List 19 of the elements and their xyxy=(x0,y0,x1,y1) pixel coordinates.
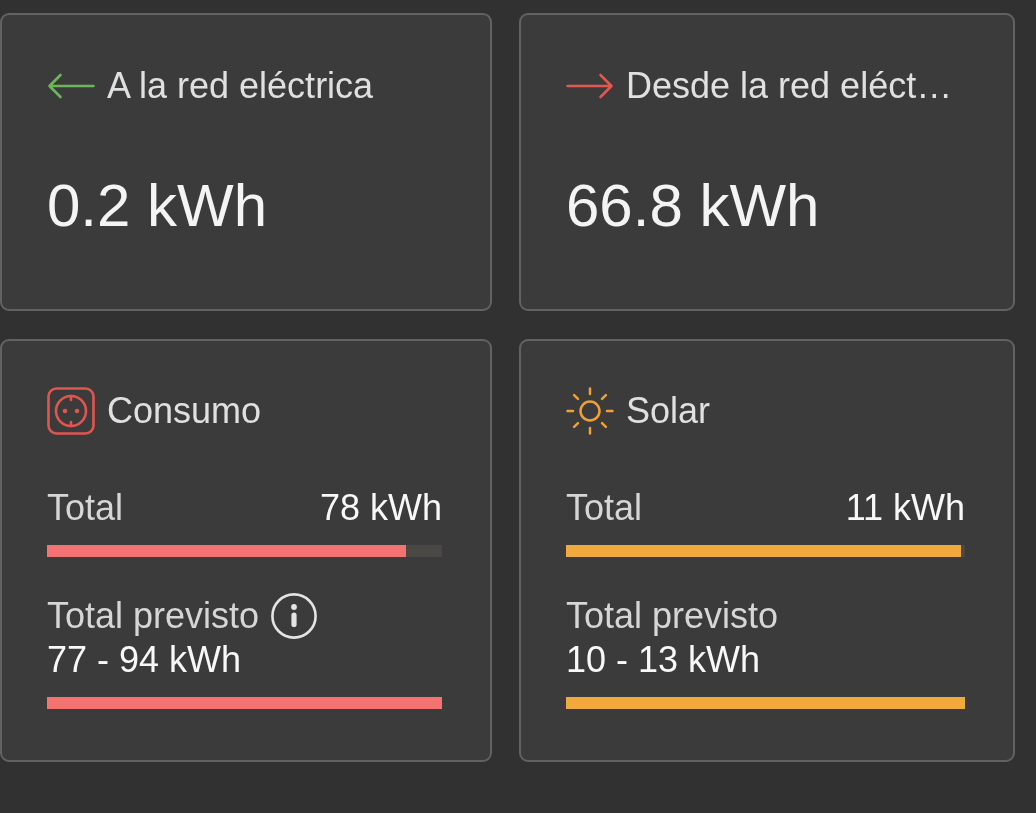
power-socket-icon xyxy=(47,387,95,435)
meter-label: Total xyxy=(566,487,643,529)
card-title: Solar xyxy=(626,390,711,432)
forecast-label: Total previsto xyxy=(47,595,260,637)
forecast-label: Total previsto xyxy=(566,595,779,637)
energy-value: 0.2 kWh xyxy=(47,171,268,241)
forecast-value: 10 - 13 kWh xyxy=(566,639,761,680)
card-title: A la red eléctrica xyxy=(107,65,374,107)
meter-value: 11 kWh xyxy=(845,487,965,529)
meter-label: Total xyxy=(47,487,124,529)
arrow-right-icon xyxy=(566,73,614,99)
meter-value: 78 kWh xyxy=(319,487,442,529)
energy-value: 66.8 kWh xyxy=(566,171,820,241)
info-icon[interactable] xyxy=(271,593,318,639)
forecast-value: 77 - 94 kWh xyxy=(47,639,242,680)
card-title: Desde la red eléct… xyxy=(626,65,953,107)
arrow-left-icon xyxy=(47,73,95,99)
sun-icon xyxy=(566,387,614,435)
card-title: Consumo xyxy=(107,390,262,432)
